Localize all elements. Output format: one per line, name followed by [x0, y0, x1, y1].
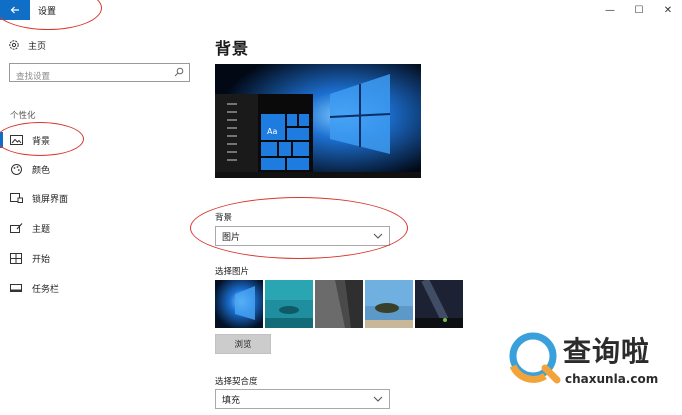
desktop-preview: Aa	[215, 64, 421, 178]
fit-value: 填充	[222, 395, 241, 406]
background-type-value: 图片	[222, 232, 241, 243]
sidebar-item-colors[interactable]: 颜色	[0, 158, 200, 180]
sidebar-item-label: 开始	[32, 254, 51, 265]
search-icon[interactable]	[174, 67, 184, 77]
palette-icon	[9, 162, 23, 176]
magnifier-logo-icon	[509, 332, 561, 384]
sidebar-item-themes[interactable]: 主题	[0, 217, 200, 239]
thumbnail-night-sky[interactable]	[415, 280, 463, 328]
sidebar-item-taskbar[interactable]: 任务栏	[0, 277, 200, 299]
thumbnail-windows-light[interactable]	[215, 280, 263, 328]
watermark-logo: 查询啦 chaxunla.com	[505, 328, 680, 390]
picture-thumbnails	[215, 280, 463, 328]
maximize-button[interactable]: ☐	[624, 2, 654, 18]
preview-tile-label: Aa	[267, 127, 278, 136]
active-indicator	[0, 132, 3, 148]
sidebar-item-label: 锁屏界面	[32, 194, 69, 205]
thumbnail-rock[interactable]	[315, 280, 363, 328]
sidebar-item-lock-screen[interactable]: 锁屏界面	[0, 187, 200, 209]
lock-screen-icon	[9, 191, 23, 205]
gear-icon	[9, 40, 19, 50]
sidebar-item-home[interactable]: 主页	[8, 38, 46, 52]
chevron-down-icon	[373, 233, 383, 239]
background-label: 背景	[215, 213, 233, 223]
fit-label: 选择契合度	[215, 377, 258, 387]
arrow-left-icon	[10, 6, 19, 14]
watermark-url: chaxunla.com	[565, 372, 659, 386]
sidebar-item-label: 任务栏	[32, 284, 60, 295]
watermark-text: 查询啦	[563, 335, 651, 368]
choose-picture-label: 选择图片	[215, 267, 250, 277]
sidebar-item-label: 颜色	[32, 165, 51, 176]
fit-dropdown[interactable]: 填充	[215, 389, 390, 409]
preview-image	[215, 64, 421, 178]
start-grid-icon	[9, 251, 23, 265]
chevron-down-icon	[373, 396, 383, 402]
picture-icon	[9, 133, 23, 147]
section-label-personalization: 个性化	[10, 111, 36, 121]
background-type-dropdown[interactable]: 图片	[215, 226, 390, 246]
title-bar: 设置 — ☐ ✕	[0, 0, 682, 20]
close-button[interactable]: ✕	[653, 2, 682, 18]
back-button[interactable]	[0, 0, 30, 20]
sidebar-home-label: 主页	[28, 41, 47, 52]
sidebar-item-background[interactable]: 背景	[0, 129, 200, 151]
sidebar-item-label: 主题	[32, 224, 51, 235]
taskbar-icon	[9, 281, 23, 295]
page-title: 背景	[215, 39, 250, 58]
thumbnail-beach[interactable]	[365, 280, 413, 328]
window-title: 设置	[38, 7, 57, 17]
search-input[interactable]	[10, 68, 165, 86]
sidebar: 主页 个性化 背景 颜色 锁屏界面 主题	[0, 20, 200, 415]
theme-brush-icon	[9, 221, 23, 235]
browse-button[interactable]: 浏览	[215, 334, 271, 354]
search-field[interactable]	[9, 63, 190, 86]
sidebar-item-start[interactable]: 开始	[0, 247, 200, 269]
thumbnail-underwater[interactable]	[265, 280, 313, 328]
minimize-button[interactable]: —	[595, 2, 625, 18]
sidebar-item-label: 背景	[32, 136, 51, 147]
